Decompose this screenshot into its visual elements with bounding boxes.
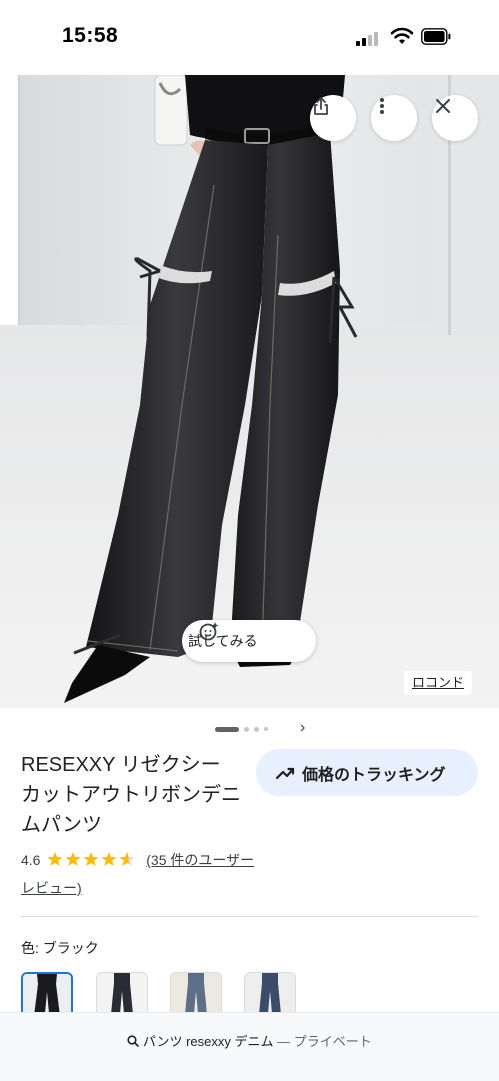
rating-value: 4.6 [21, 852, 41, 868]
bottom-query[interactable]: パンツ resexxy デニム — プライベート [0, 1031, 499, 1050]
color-label: 色: ブラック [21, 940, 99, 956]
rating-row: 4.6 (35 件のユーザー レビュー) [21, 846, 261, 902]
battery-icon [421, 28, 451, 45]
divider [21, 916, 478, 917]
share-icon [314, 97, 328, 115]
pager-dot[interactable] [244, 726, 249, 732]
private-label: プライベート [293, 1034, 372, 1049]
wifi-icon [390, 27, 414, 44]
pager-dot[interactable] [254, 726, 259, 732]
status-bar: 15:58 [0, 0, 499, 75]
try-on-button[interactable]: 試してみる [182, 620, 316, 662]
rating-stars-icon [47, 852, 135, 866]
search-icon [127, 1035, 140, 1047]
trending-up-icon [275, 767, 295, 779]
try-on-icon [199, 622, 219, 641]
product-image[interactable]: 試してみる ロコンド [0, 75, 499, 708]
source-link[interactable]: ロコンド [404, 671, 473, 695]
pager-dot-active[interactable] [215, 726, 239, 732]
track-price-button[interactable]: 価格のトラッキング [256, 749, 478, 796]
query-separator: — [273, 1034, 294, 1049]
close-button[interactable] [432, 95, 478, 141]
close-icon [436, 99, 450, 113]
search-query: パンツ resexxy デニム [142, 1034, 274, 1049]
bottom-search-bar[interactable]: パンツ resexxy デニム — プライベート [0, 1012, 499, 1081]
track-price-label: 価格のトラッキング [302, 766, 446, 784]
product-title: RESEXXY リゼクシー カットアウトリボンデニムパンツ [21, 754, 241, 836]
gallery-next-button[interactable]: › [300, 719, 305, 737]
gallery-pager [215, 722, 273, 736]
more-vert-icon [380, 98, 384, 114]
share-button[interactable] [310, 95, 356, 141]
pager-dot[interactable] [264, 727, 268, 731]
cellular-signal-icon [356, 30, 382, 46]
jeans-photo [0, 75, 499, 708]
status-time: 15:58 [62, 24, 119, 47]
more-options-button[interactable] [371, 95, 417, 141]
